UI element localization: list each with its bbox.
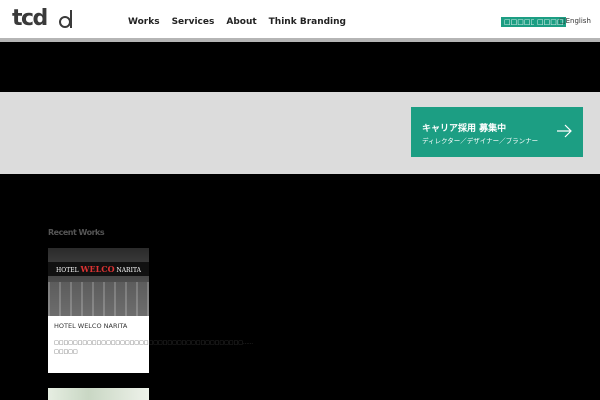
- career-recruit-button[interactable]: キャリア採用 募集中 ディレクター／デザイナー／プランナー: [411, 107, 583, 157]
- nav-services[interactable]: Services: [172, 17, 215, 27]
- arrow-right-icon: [557, 124, 572, 138]
- section-title: Recent Works: [48, 228, 105, 237]
- career-title: キャリア採用 募集中: [422, 124, 507, 134]
- work-card[interactable]: HOTEL WELCO NARITA HOTEL WELCO NARITA □□…: [48, 248, 253, 373]
- nav-think-branding[interactable]: Think Branding: [269, 17, 346, 27]
- hotel-sign: HOTEL WELCO NARITA: [48, 262, 149, 276]
- english-link[interactable]: □English: [559, 17, 591, 25]
- thumbnail-ceiling: [48, 282, 149, 316]
- work-thumbnail[interactable]: HOTEL WELCO NARITA: [48, 248, 149, 316]
- work-card-2-thumbnail[interactable]: [48, 388, 149, 400]
- tcd-logo[interactable]: tcd: [12, 6, 48, 31]
- site-header: tcd Works Services About Think Branding …: [0, 0, 600, 42]
- d-logo-icon[interactable]: [58, 10, 74, 29]
- career-subtitle: ディレクター／デザイナー／プランナー: [422, 137, 539, 145]
- main-nav: Works Services About Think Branding: [128, 17, 346, 27]
- nav-about[interactable]: About: [226, 17, 256, 27]
- nav-works[interactable]: Works: [128, 17, 160, 27]
- work-description: □□□□□□□□□□□□□□□□□□□□□□□□□□□□□□□□□□□□□□□□…: [54, 340, 253, 355]
- work-title[interactable]: HOTEL WELCO NARITA: [54, 322, 127, 330]
